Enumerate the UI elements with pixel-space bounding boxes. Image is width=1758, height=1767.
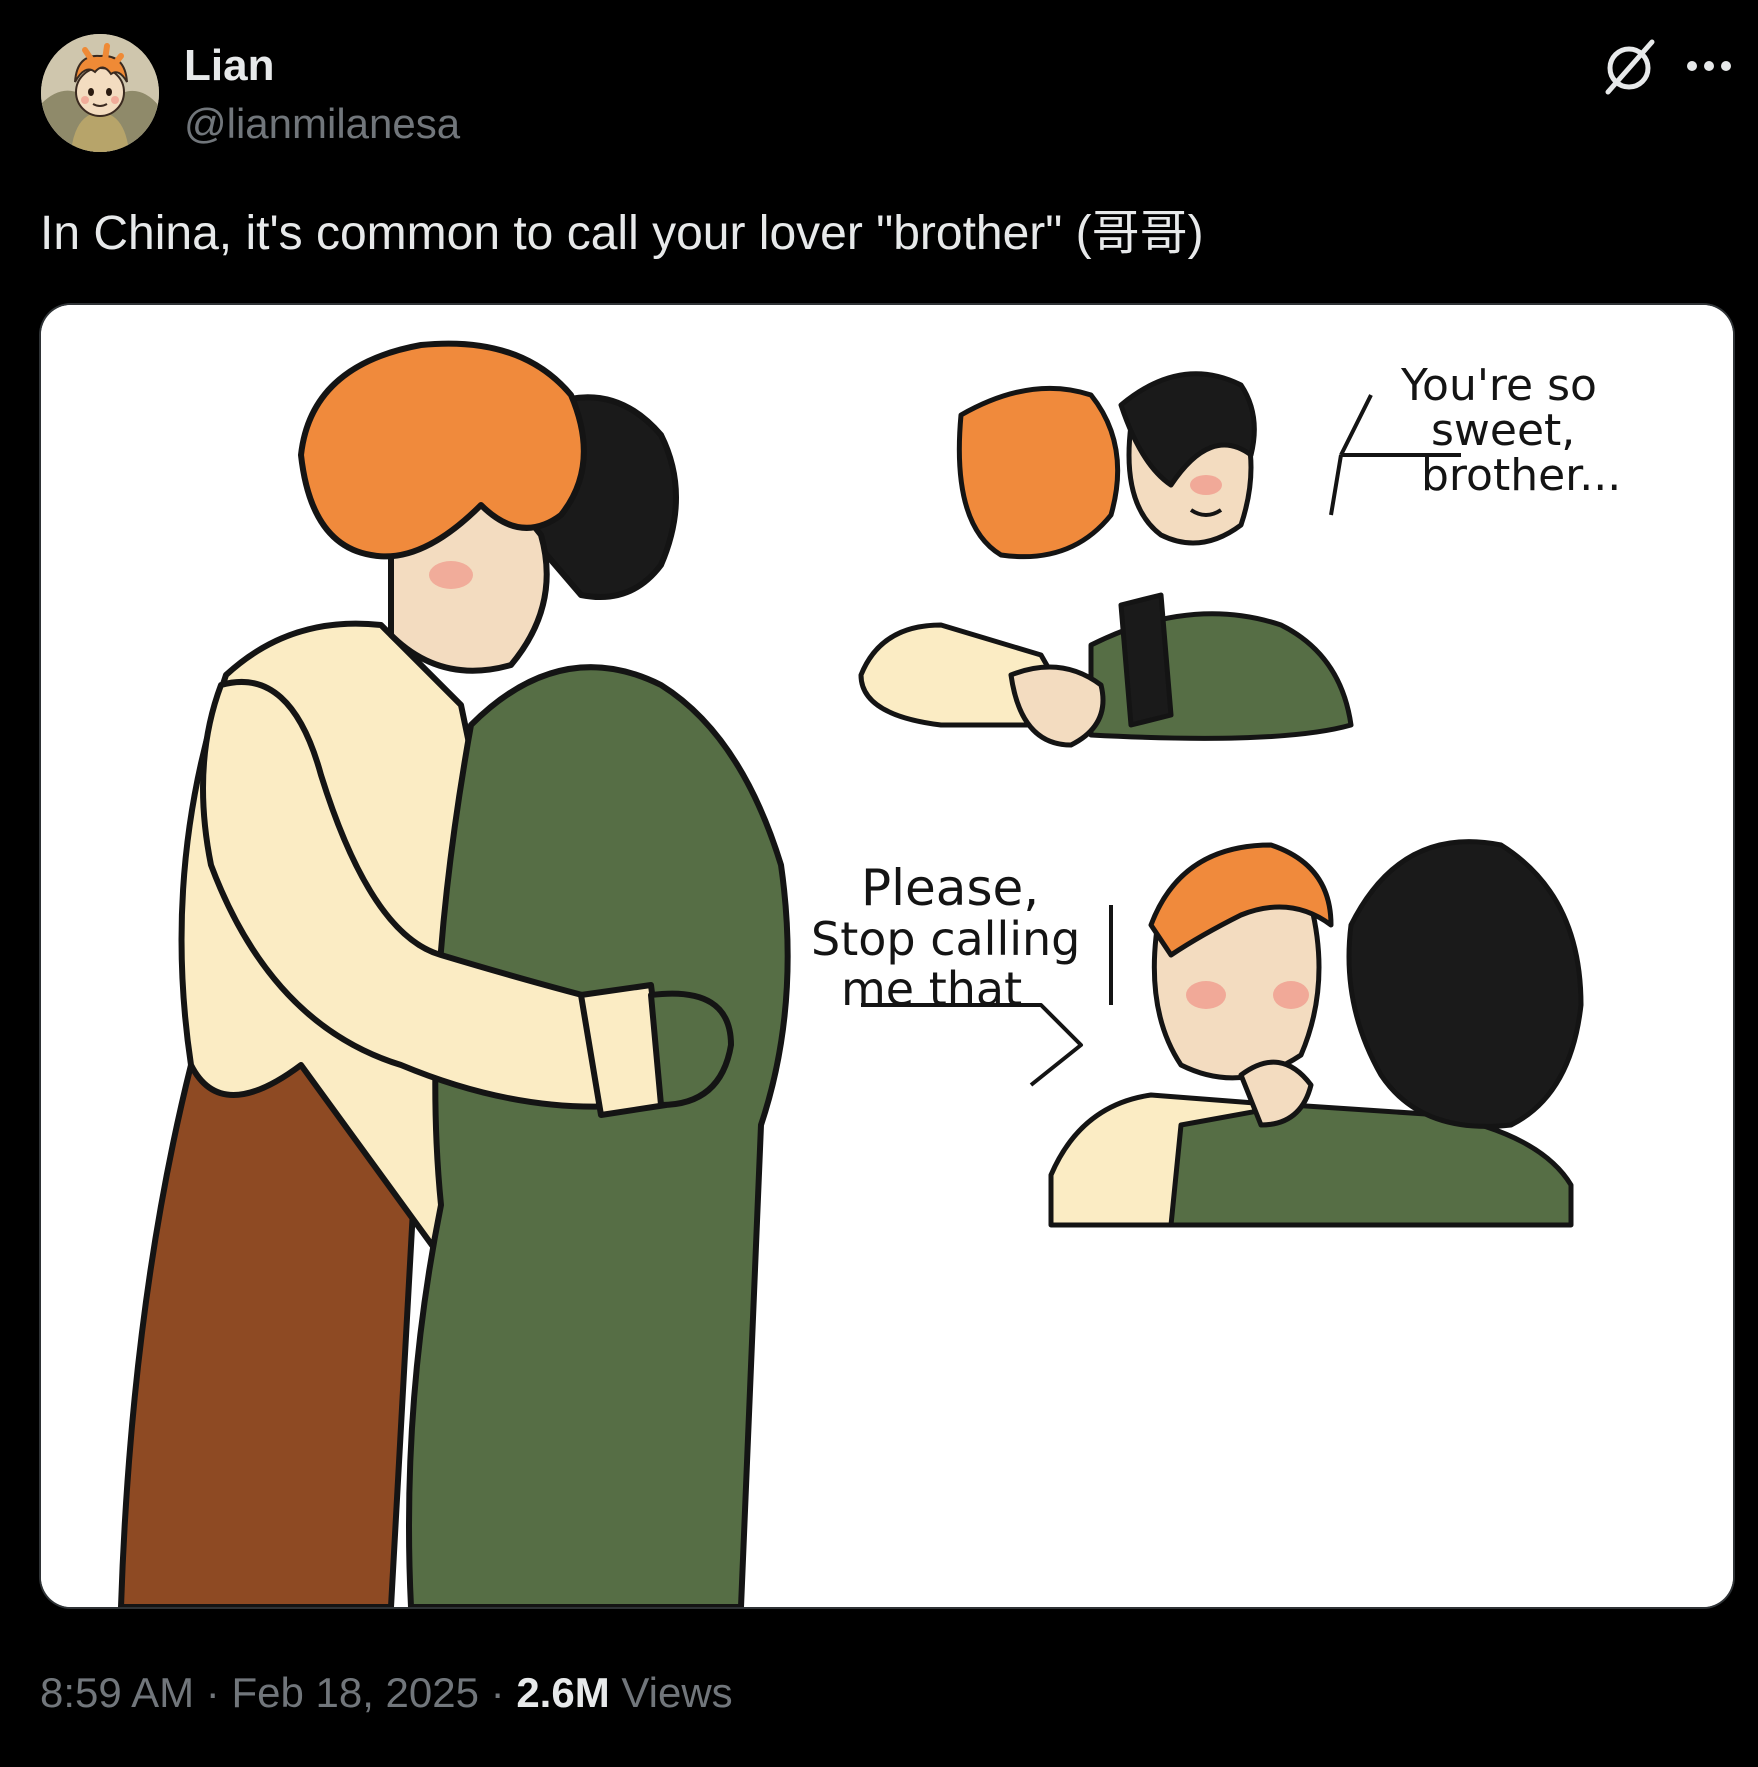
grok-icon[interactable]	[1600, 38, 1658, 96]
avatar[interactable]	[41, 34, 159, 152]
bubble-top-line-3: brother...	[1421, 450, 1621, 501]
tweet-text: In China, it's common to call your lover…	[40, 207, 1204, 260]
grok-icon-glyph	[1605, 39, 1655, 95]
media-image[interactable]: You're so sweet, brother... Please, Stop…	[41, 305, 1733, 1607]
bubble-bottom-line-3: me that	[841, 962, 1022, 1016]
post-time[interactable]: 8:59 AM	[40, 1669, 194, 1716]
more-icon[interactable]	[1684, 48, 1734, 84]
bubble-bottom-line-1: Please,	[861, 859, 1039, 917]
views-count: 2.6M	[516, 1669, 610, 1716]
bubble-top-line-2: sweet,	[1431, 405, 1575, 456]
comic-illustration: You're so sweet, brother... Please, Stop…	[41, 305, 1733, 1607]
views-label: Views	[621, 1669, 733, 1716]
avatar-illustration	[41, 34, 159, 152]
more-icon-glyph	[1687, 61, 1731, 71]
meta-separator: ·	[205, 1669, 220, 1716]
post-meta: 8:59 AM · Feb 18, 2025 · 2.6M Views	[40, 1665, 733, 1721]
author-name[interactable]: Lian	[184, 40, 274, 92]
bubble-bottom-line-2: Stop calling	[811, 912, 1080, 966]
author-handle[interactable]: @lianmilanesa	[184, 98, 460, 150]
bubble-top-line-1: You're so	[1400, 360, 1597, 411]
post-date[interactable]: Feb 18, 2025	[231, 1669, 479, 1716]
meta-separator-2: ·	[490, 1669, 505, 1716]
tweet: Lian @lianmilanesa In China, it's common…	[0, 0, 1758, 1767]
